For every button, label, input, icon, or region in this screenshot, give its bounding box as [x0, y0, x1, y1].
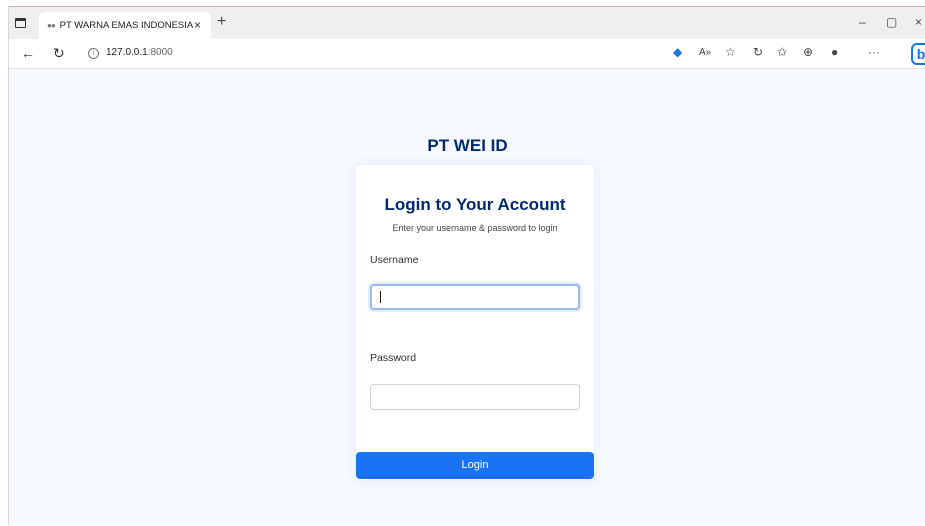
favorites-icon[interactable]: ✩	[777, 45, 787, 59]
profile-avatar-icon[interactable]: ●	[831, 45, 838, 59]
site-info-icon[interactable]: i	[88, 48, 99, 59]
card-subtitle: Enter your username & password to login	[392, 223, 558, 233]
tab-title: PT WARNA EMAS INDONESIA	[59, 20, 194, 31]
active-tab[interactable]: ●● PT WARNA EMAS INDONESIA ×	[39, 12, 211, 39]
tab-actions-icon[interactable]	[15, 18, 26, 28]
maximize-icon[interactable]: ▢	[886, 15, 897, 29]
page-content: PT WEI ID Login to Your Account Enter yo…	[9, 70, 925, 526]
bing-chat-icon[interactable]: b	[911, 43, 925, 65]
favicon-icon: ●●	[47, 21, 56, 30]
tab-close-icon[interactable]: ×	[194, 18, 201, 32]
collections-icon[interactable]: ⊕	[803, 45, 813, 59]
url-text[interactable]: 127.0.0.1:8000	[106, 47, 173, 58]
login-button[interactable]: Login	[356, 452, 594, 479]
password-label: Password	[370, 352, 417, 364]
back-arrow-icon[interactable]: ←	[21, 45, 35, 61]
card-title: Login to Your Account	[384, 195, 566, 214]
more-menu-icon[interactable]: ···	[868, 45, 880, 59]
username-label: Username	[370, 254, 419, 266]
url-host: 127.0.0.1	[106, 47, 148, 58]
login-card: Login to Your Account Enter your usernam…	[356, 165, 594, 480]
tab-bar: ●● PT WARNA EMAS INDONESIA × + – ▢ ×	[9, 7, 925, 39]
refresh-page-icon[interactable]: ↻	[753, 45, 763, 59]
password-input[interactable]	[370, 384, 580, 410]
username-input[interactable]	[370, 284, 580, 310]
minimize-icon[interactable]: –	[859, 15, 866, 29]
browser-window: ●● PT WARNA EMAS INDONESIA × + – ▢ × ← ↻…	[8, 6, 925, 525]
brand-title: PT WEI ID	[427, 136, 508, 155]
close-window-icon[interactable]: ×	[915, 15, 922, 29]
read-aloud-icon[interactable]: A»	[699, 47, 711, 58]
favorite-star-icon[interactable]: ☆	[725, 45, 736, 59]
text-caret	[380, 291, 381, 303]
url-port: :8000	[147, 47, 173, 58]
refresh-icon[interactable]: ↻	[53, 45, 65, 62]
address-bar: ← ↻ i 127.0.0.1:8000 ◆ A» ☆ ↻ ✩ ⊕ ● ··· …	[9, 39, 925, 69]
tag-icon[interactable]: ◆	[673, 45, 682, 59]
new-tab-icon[interactable]: +	[217, 13, 226, 31]
